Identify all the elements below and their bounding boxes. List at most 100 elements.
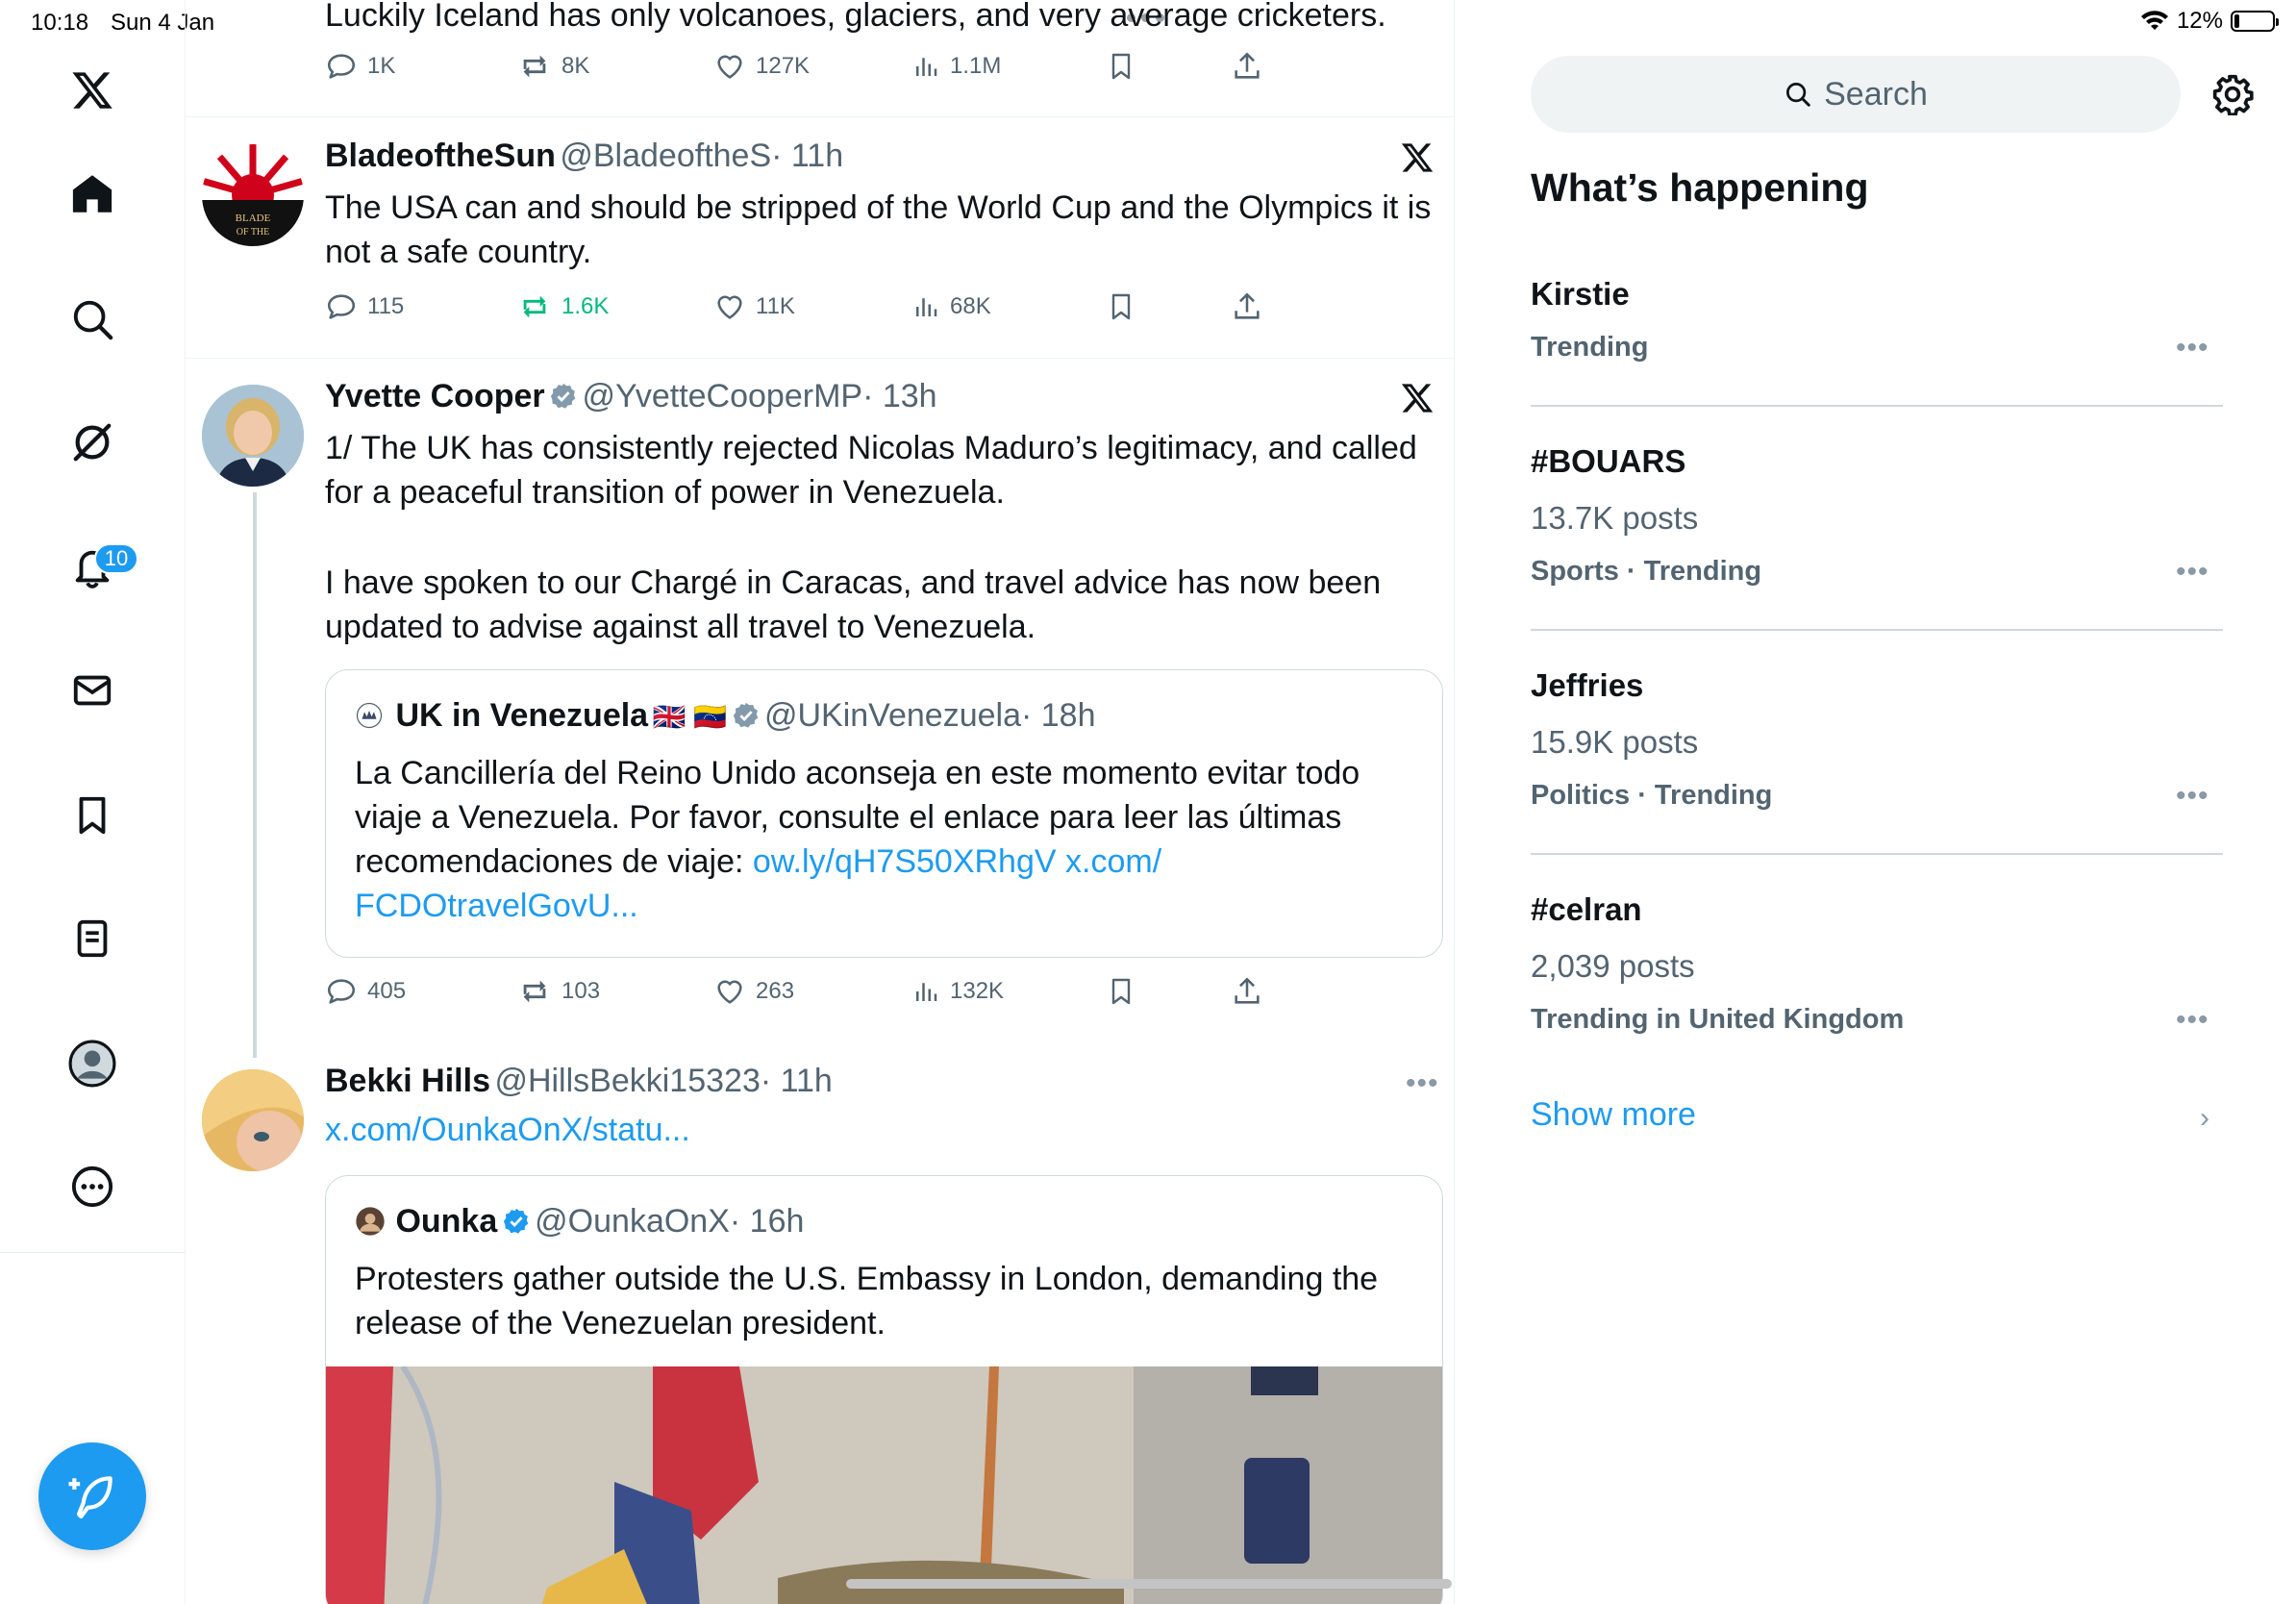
search-bar[interactable]: Search — [1531, 56, 2181, 133]
author-handle[interactable]: @BladeoftheS — [560, 138, 771, 174]
show-more-link[interactable]: Show more — [1531, 1096, 1696, 1134]
trend-count: 13.7K posts — [1531, 500, 1699, 536]
trend-more-icon[interactable]: ••• — [2176, 780, 2209, 813]
quote-header: UK in Venezuela 🇬🇧 🇻🇪 @UKinVenezuela· 18… — [355, 697, 1096, 735]
bekki-hills-avatar[interactable] — [202, 1069, 304, 1171]
compose-post-button[interactable] — [38, 1442, 146, 1550]
tweet0-reply[interactable]: 1K — [325, 50, 395, 83]
chevron-right-icon[interactable]: › — [2200, 1102, 2209, 1135]
tweet2-repost[interactable]: 103 — [517, 975, 600, 1008]
quoted-tweet-ounka[interactable]: Ounka @OunkaOnX· 16h Protesters gather o… — [325, 1175, 1443, 1604]
bookmark-icon — [1111, 53, 1131, 80]
reply-icon — [327, 54, 356, 79]
verified-grey-badge-icon — [550, 383, 576, 409]
horizontal-scroll-indicator[interactable] — [846, 1579, 1452, 1589]
wifi-icon — [2140, 11, 2168, 30]
trend-name[interactable]: #BOUARS — [1531, 443, 1685, 480]
grok-icon[interactable] — [63, 414, 121, 471]
views-count: 68K — [950, 293, 991, 319]
quote-text: Protesters gather outside the U.S. Embas… — [355, 1261, 1379, 1341]
author-name[interactable]: BladeoftheSun — [325, 138, 556, 174]
trend-context: Trending — [1531, 332, 1649, 363]
tweet1-like[interactable]: 11K — [713, 290, 795, 323]
author-name[interactable]: Yvette Cooper — [325, 378, 545, 414]
protest-scene-image — [326, 1366, 1442, 1604]
ounka-avatar-icon — [356, 1207, 385, 1236]
views-chart-icon — [916, 983, 937, 1001]
bladeofthesun-avatar[interactable]: BLADE OF THE — [202, 144, 304, 246]
tweet0-repost[interactable]: 8K — [517, 50, 589, 83]
avatar-text: BLADE — [236, 213, 271, 224]
tweet2-text-paragraph1: 1/ The UK has consistently rejected Nico… — [325, 430, 1417, 511]
battery-icon — [2231, 11, 2279, 32]
post-time[interactable]: · 11h — [761, 1063, 833, 1099]
battery-percent: 12% — [2176, 8, 2223, 34]
bookmarks-icon[interactable] — [63, 787, 121, 844]
repost-icon — [523, 295, 546, 318]
author-handle[interactable]: @HillsBekki15323 — [494, 1063, 760, 1099]
verified-grey-badge-icon — [733, 702, 758, 728]
quote-author-name: UK in Venezuela — [395, 697, 649, 734]
trend-name[interactable]: Kirstie — [1531, 276, 1630, 313]
thread-connector-line — [253, 492, 257, 1058]
tweet0-views[interactable]: 1.1M — [911, 50, 1001, 83]
quote-link-owly[interactable]: ow.ly/qH7S50XRhgV — [753, 843, 1057, 880]
tweet2-share[interactable] — [1231, 975, 1263, 1008]
yvette-cooper-avatar[interactable] — [202, 385, 304, 487]
trend-name[interactable]: Jeffries — [1531, 667, 1643, 704]
share-icon — [1235, 52, 1260, 79]
quote-video-thumbnail[interactable] — [326, 1366, 1442, 1604]
tweet0-share[interactable] — [1231, 50, 1263, 83]
settings-gear-icon[interactable] — [2211, 73, 2254, 117]
tweet-separator — [186, 116, 1454, 117]
trend-name[interactable]: #celran — [1531, 891, 1642, 928]
tweet1-reply[interactable]: 115 — [325, 290, 404, 323]
tweet1-repost[interactable]: 1.6K — [517, 290, 609, 323]
tweet0-bookmark[interactable] — [1106, 50, 1136, 83]
quote-author-name: Ounka — [395, 1203, 498, 1240]
tweet-separator — [186, 358, 1454, 359]
bookmark-icon — [1111, 293, 1131, 320]
tweet2-header: Yvette Cooper @YvetteCooperMP· 13h — [325, 378, 937, 415]
quote-header: Ounka @OunkaOnX· 16h — [355, 1203, 804, 1241]
post-time[interactable]: · 13h — [862, 378, 937, 414]
tweet0-text: Luckily Iceland has only volcanoes, glac… — [325, 0, 1386, 34]
verified-blue-badge-icon — [503, 1208, 528, 1234]
author-handle[interactable]: @YvetteCooperMP — [583, 378, 863, 414]
lists-icon[interactable] — [63, 910, 121, 967]
trend-context: Trending in United Kingdom — [1531, 1004, 1905, 1035]
post-time[interactable]: · 11h — [771, 138, 843, 174]
tweet2-reply[interactable]: 405 — [325, 975, 406, 1008]
search-icon — [1786, 83, 1810, 107]
profile-avatar-icon[interactable] — [63, 1035, 121, 1092]
like-count: 127K — [756, 53, 811, 79]
repost-count: 103 — [562, 978, 601, 1004]
home-icon[interactable] — [63, 165, 121, 223]
tweet3-link[interactable]: x.com/OunkaOnX/statu... — [325, 1108, 690, 1152]
tweet1-views[interactable]: 68K — [911, 290, 991, 323]
tweet1-bookmark[interactable] — [1106, 290, 1136, 323]
quoted-tweet-uk-in-venezuela[interactable]: UK in Venezuela 🇬🇧 🇻🇪 @UKinVenezuela· 18… — [325, 669, 1443, 958]
author-name[interactable]: Bekki Hills — [325, 1063, 490, 1099]
messages-mail-icon[interactable] — [63, 662, 121, 719]
tweet2-views[interactable]: 132K — [911, 975, 1004, 1008]
search-nav-icon[interactable] — [63, 290, 121, 348]
tweet0-like[interactable]: 127K — [713, 50, 810, 83]
quote-link-xcom[interactable]: x.com/ — [1065, 843, 1161, 880]
repost-icon — [523, 55, 546, 78]
tweet2-bookmark[interactable] — [1106, 975, 1136, 1008]
trend-more-icon[interactable]: ••• — [2176, 556, 2209, 589]
more-options-icon[interactable] — [63, 1158, 121, 1216]
x-logo-icon[interactable] — [63, 62, 121, 119]
tweet2-like[interactable]: 263 — [713, 975, 794, 1008]
trend-separator — [1531, 629, 2223, 631]
more-menu-icon[interactable]: ••• — [1406, 1067, 1439, 1100]
reply-count: 405 — [367, 978, 407, 1004]
trend-more-icon[interactable]: ••• — [2176, 332, 2209, 364]
x-brand-icon — [1400, 140, 1435, 180]
quote-link-xcom-cont[interactable]: FCDOtravelGovU... — [355, 888, 638, 924]
reply-icon — [327, 979, 356, 1004]
trend-more-icon[interactable]: ••• — [2176, 1004, 2209, 1037]
tweet1-share[interactable] — [1231, 290, 1263, 323]
quote-author-handle: @OunkaOnX — [535, 1203, 730, 1240]
